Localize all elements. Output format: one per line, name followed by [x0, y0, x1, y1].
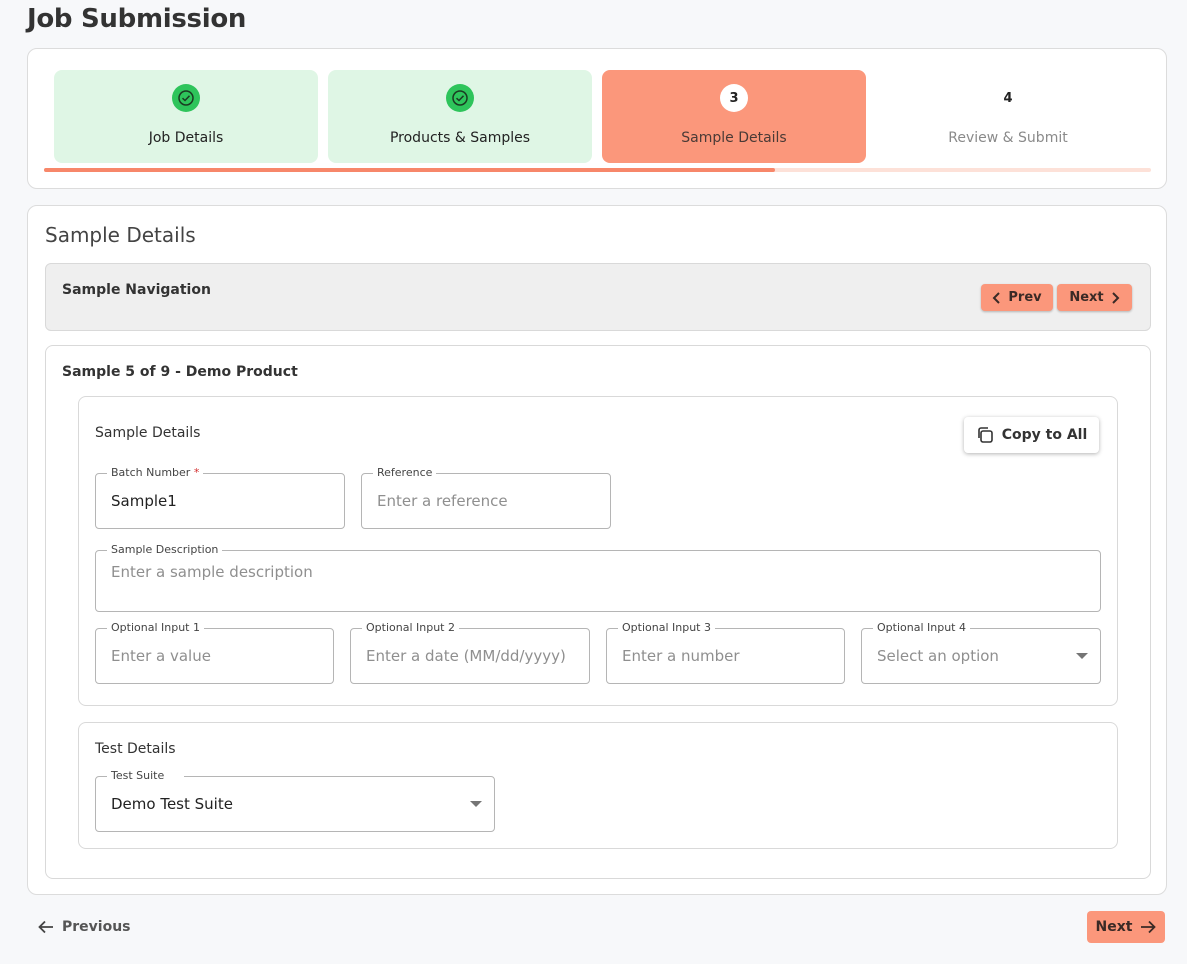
- step-label: Sample Details: [681, 130, 787, 146]
- sample-box: Sample 5 of 9 - Demo Product Sample Deta…: [45, 345, 1151, 879]
- step-label: Review & Submit: [948, 130, 1068, 146]
- optional-input-3-field[interactable]: Optional Input 3 Enter a number: [606, 620, 845, 684]
- required-mark: *: [193, 466, 200, 479]
- step-number-badge: 3: [720, 84, 748, 112]
- check-circle-icon: [178, 90, 194, 106]
- previous-button[interactable]: Previous: [38, 914, 131, 940]
- section-title: Sample Details: [45, 223, 196, 247]
- sample-description-field[interactable]: Sample Description Enter a sample descri…: [95, 542, 1101, 612]
- optional-input-4-placeholder: Select an option: [877, 647, 999, 665]
- arrow-left-icon: [38, 920, 53, 934]
- prev-label: Prev: [1008, 290, 1042, 305]
- batch-number-value: Sample1: [111, 492, 177, 510]
- field-label: Optional Input 3: [618, 620, 715, 636]
- next-sample-button[interactable]: Next: [1057, 284, 1132, 311]
- arrow-right-icon: [1141, 920, 1157, 934]
- sample-details-section: Sample Details Copy to All Batch Number …: [78, 396, 1118, 706]
- dropdown-caret-icon: [1076, 653, 1088, 659]
- chevron-left-icon: [992, 291, 1001, 304]
- field-label: Sample Description: [107, 542, 223, 558]
- description-placeholder: Enter a sample description: [111, 563, 313, 581]
- field-label: Optional Input 4: [873, 620, 970, 636]
- progress-fill: [44, 168, 775, 172]
- dropdown-caret-icon: [470, 801, 482, 807]
- test-details-section: Test Details Test Suite Demo Test Suite: [78, 722, 1118, 849]
- field-label: Optional Input 1: [107, 620, 204, 636]
- sample-details-card: Sample Details Sample Navigation Prev Ne…: [27, 205, 1167, 895]
- field-label: Test Suite: [107, 768, 185, 784]
- step-sample-details[interactable]: 3 Sample Details: [602, 70, 866, 163]
- optional-input-1-placeholder: Enter a value: [111, 647, 211, 665]
- copy-to-all-button[interactable]: Copy to All: [964, 417, 1099, 453]
- step-review-submit[interactable]: 4 Review & Submit: [876, 70, 1140, 163]
- stepper: Job Details Products & Samples 3 Sample …: [27, 48, 1167, 189]
- next-step-label: Next: [1095, 919, 1133, 935]
- step-job-details[interactable]: Job Details: [54, 70, 318, 163]
- next-step-button[interactable]: Next: [1087, 911, 1165, 943]
- sample-details-title: Sample Details: [95, 425, 201, 441]
- step-label: Job Details: [148, 130, 224, 146]
- chevron-right-icon: [1111, 291, 1120, 304]
- optional-input-1-field[interactable]: Optional Input 1 Enter a value: [95, 620, 334, 684]
- copy-label: Copy to All: [1001, 427, 1088, 443]
- reference-field[interactable]: Reference Enter a reference: [361, 465, 611, 529]
- step-complete-badge: [446, 84, 474, 112]
- reference-placeholder: Enter a reference: [377, 492, 508, 510]
- step-label: Products & Samples: [389, 130, 531, 146]
- optional-input-3-placeholder: Enter a number: [622, 647, 740, 665]
- step-number-badge: 4: [994, 84, 1022, 112]
- sample-navigation: Sample Navigation Prev Next: [45, 263, 1151, 331]
- sample-navigation-label: Sample Navigation: [62, 282, 211, 298]
- batch-number-field[interactable]: Batch Number * Sample1: [95, 465, 345, 529]
- progress-track: [44, 168, 1151, 172]
- previous-label: Previous: [62, 919, 131, 935]
- copy-icon: [977, 427, 993, 443]
- optional-input-2-placeholder: Enter a date (MM/dd/yyyy): [366, 647, 566, 665]
- step-complete-badge: [172, 84, 200, 112]
- optional-input-2-field[interactable]: Optional Input 2 Enter a date (MM/dd/yyy…: [350, 620, 590, 684]
- field-label: Reference: [373, 465, 437, 481]
- field-label: Batch Number *: [107, 465, 204, 481]
- next-label: Next: [1069, 290, 1104, 305]
- step-products-samples[interactable]: Products & Samples: [328, 70, 592, 163]
- check-circle-icon: [452, 90, 468, 106]
- test-suite-value: Demo Test Suite: [111, 795, 233, 813]
- prev-sample-button[interactable]: Prev: [981, 284, 1053, 311]
- page-title: Job Submission: [27, 4, 247, 34]
- optional-input-4-select[interactable]: Optional Input 4 Select an option: [861, 620, 1101, 684]
- test-suite-select[interactable]: Test Suite Demo Test Suite: [95, 768, 495, 832]
- field-label: Optional Input 2: [362, 620, 459, 636]
- sample-title: Sample 5 of 9 - Demo Product: [62, 364, 298, 380]
- test-details-title: Test Details: [95, 741, 176, 757]
